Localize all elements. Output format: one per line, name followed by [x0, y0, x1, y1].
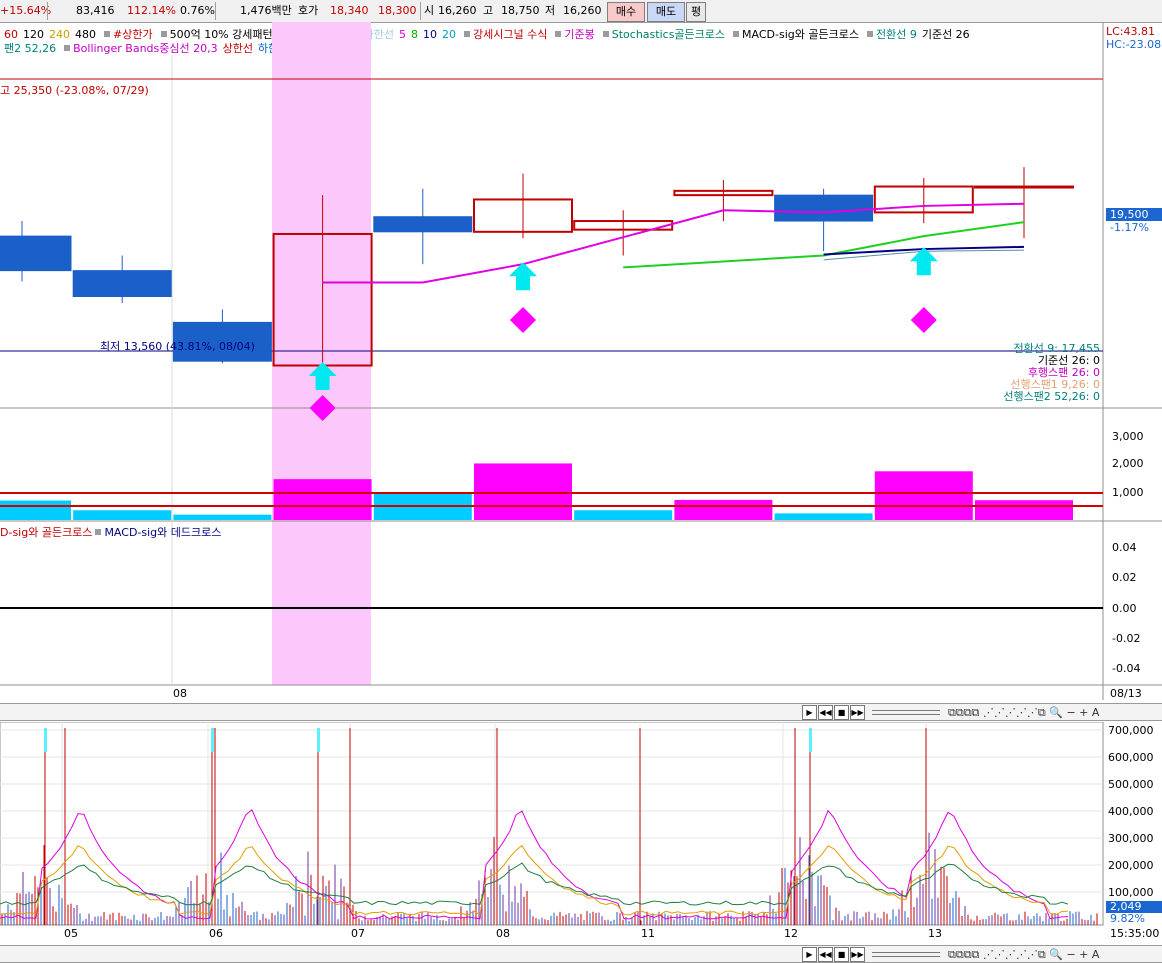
fast-forward-icon[interactable]: ▶▶ [850, 705, 865, 720]
zoom-slider[interactable] [872, 952, 940, 957]
intraday-date-label: 11 [641, 927, 655, 940]
current-price-tag: 19,500 [1106, 208, 1162, 221]
volume-bar [273, 479, 372, 520]
period-low-note: 최저 13,560 (43.81%, 08/04) [100, 340, 255, 353]
intraday-marker [809, 728, 812, 752]
fast-forward-icon[interactable]: ▶▶ [850, 947, 865, 962]
macd-axis-tick: 0.02 [1112, 571, 1137, 584]
candle-body [774, 194, 874, 222]
volume-bar [173, 514, 272, 520]
volume-bar [73, 510, 172, 520]
price-tag-change: -1.17% [1110, 221, 1149, 234]
candle-body [0, 235, 72, 272]
macd-legend: D-sig와 골든크로스 MACD-sig와 데드크로스 [0, 524, 221, 540]
macd-axis-tick: 0.00 [1112, 602, 1137, 615]
intraday-axis-tick: 100,000 [1108, 886, 1154, 899]
zoom-slider[interactable] [872, 710, 940, 715]
volume-bar [975, 500, 1073, 520]
ichimoku-label: 선행스팬2 52,26: 0 [1003, 390, 1100, 403]
play-icon[interactable]: ▶ [802, 947, 817, 962]
period-high-note: 고 25,350 (-23.08%, 07/29) [0, 84, 149, 97]
volume-bar [574, 510, 673, 520]
intraday-scroll-bar[interactable]: ▶ ◀◀ ■ ▶▶ ⧉⧉⧉⧉ ⋰⋰⋰⋰⋰⧉ 🔍 − + A [0, 945, 1162, 963]
intraday-date-label: 06 [209, 927, 223, 940]
volume-bar [674, 499, 773, 520]
stop-icon[interactable]: ■ [834, 947, 849, 962]
candle-body [974, 185, 1074, 189]
intraday-marker [211, 728, 214, 752]
intraday-date-label: 07 [351, 927, 365, 940]
volume-axis-tick: 3,000 [1112, 430, 1144, 443]
chart-scroll-bar[interactable]: ▶ ◀◀ ■ ▶▶ ⧉⧉⧉⧉ ⋰⋰⋰⋰⋰⧉ 🔍 − + A [0, 703, 1162, 721]
intraday-pct: 9.82% [1110, 912, 1145, 925]
volume-bar [0, 500, 71, 520]
intraday-volume-chart[interactable] [0, 722, 1162, 944]
signal-diamond-icon [510, 307, 536, 333]
signal-diamond-icon [910, 307, 937, 333]
rewind-icon[interactable]: ◀◀ [818, 947, 833, 962]
volume-bar [874, 471, 973, 520]
stop-icon[interactable]: ■ [834, 705, 849, 720]
play-icon[interactable]: ▶ [802, 705, 817, 720]
highlight-column [272, 22, 371, 685]
macd-legend-item[interactable]: MACD-sig와 데드크로스 [104, 526, 221, 539]
macd-axis-tick: 0.04 [1112, 541, 1137, 554]
volume-axis-tick: 2,000 [1112, 457, 1144, 470]
intraday-date-label: 12 [784, 927, 798, 940]
chart-tools-icon[interactable]: ⧉⧉⧉⧉ ⋰⋰⋰⋰⋰⧉ 🔍 − + A [948, 948, 1099, 962]
intraday-time: 15:35:00 [1110, 927, 1160, 940]
intraday-date-label: 08 [496, 927, 510, 940]
volume-bar [774, 513, 873, 520]
date-axis-right-label: 08/13 [1110, 687, 1142, 700]
rewind-icon[interactable]: ◀◀ [818, 705, 833, 720]
intraday-date-label: 13 [928, 927, 942, 940]
date-axis-label: 08 [173, 687, 187, 700]
macd-legend-item[interactable]: D-sig와 골든크로스 [0, 526, 92, 539]
intraday-axis-tick: 200,000 [1108, 859, 1154, 872]
legend-square-icon [95, 529, 102, 535]
intraday-marker [44, 728, 47, 752]
intraday-axis-tick: 400,000 [1108, 805, 1154, 818]
volume-axis-tick: 1,000 [1112, 486, 1144, 499]
volume-bar [474, 463, 572, 520]
intraday-date-label: 05 [64, 927, 78, 940]
intraday-axis-tick: 700,000 [1108, 724, 1154, 737]
macd-axis-tick: -0.02 [1112, 632, 1141, 645]
macd-axis-tick: -0.04 [1112, 662, 1141, 675]
chart-tools-icon[interactable]: ⧉⧉⧉⧉ ⋰⋰⋰⋰⋰⧉ 🔍 − + A [948, 706, 1099, 720]
candle-body [373, 216, 473, 233]
intraday-axis-tick: 600,000 [1108, 751, 1154, 764]
candle-body [72, 270, 172, 297]
intraday-axis-tick: 300,000 [1108, 832, 1154, 845]
intraday-marker [317, 728, 320, 752]
intraday-axis-tick: 500,000 [1108, 778, 1154, 791]
